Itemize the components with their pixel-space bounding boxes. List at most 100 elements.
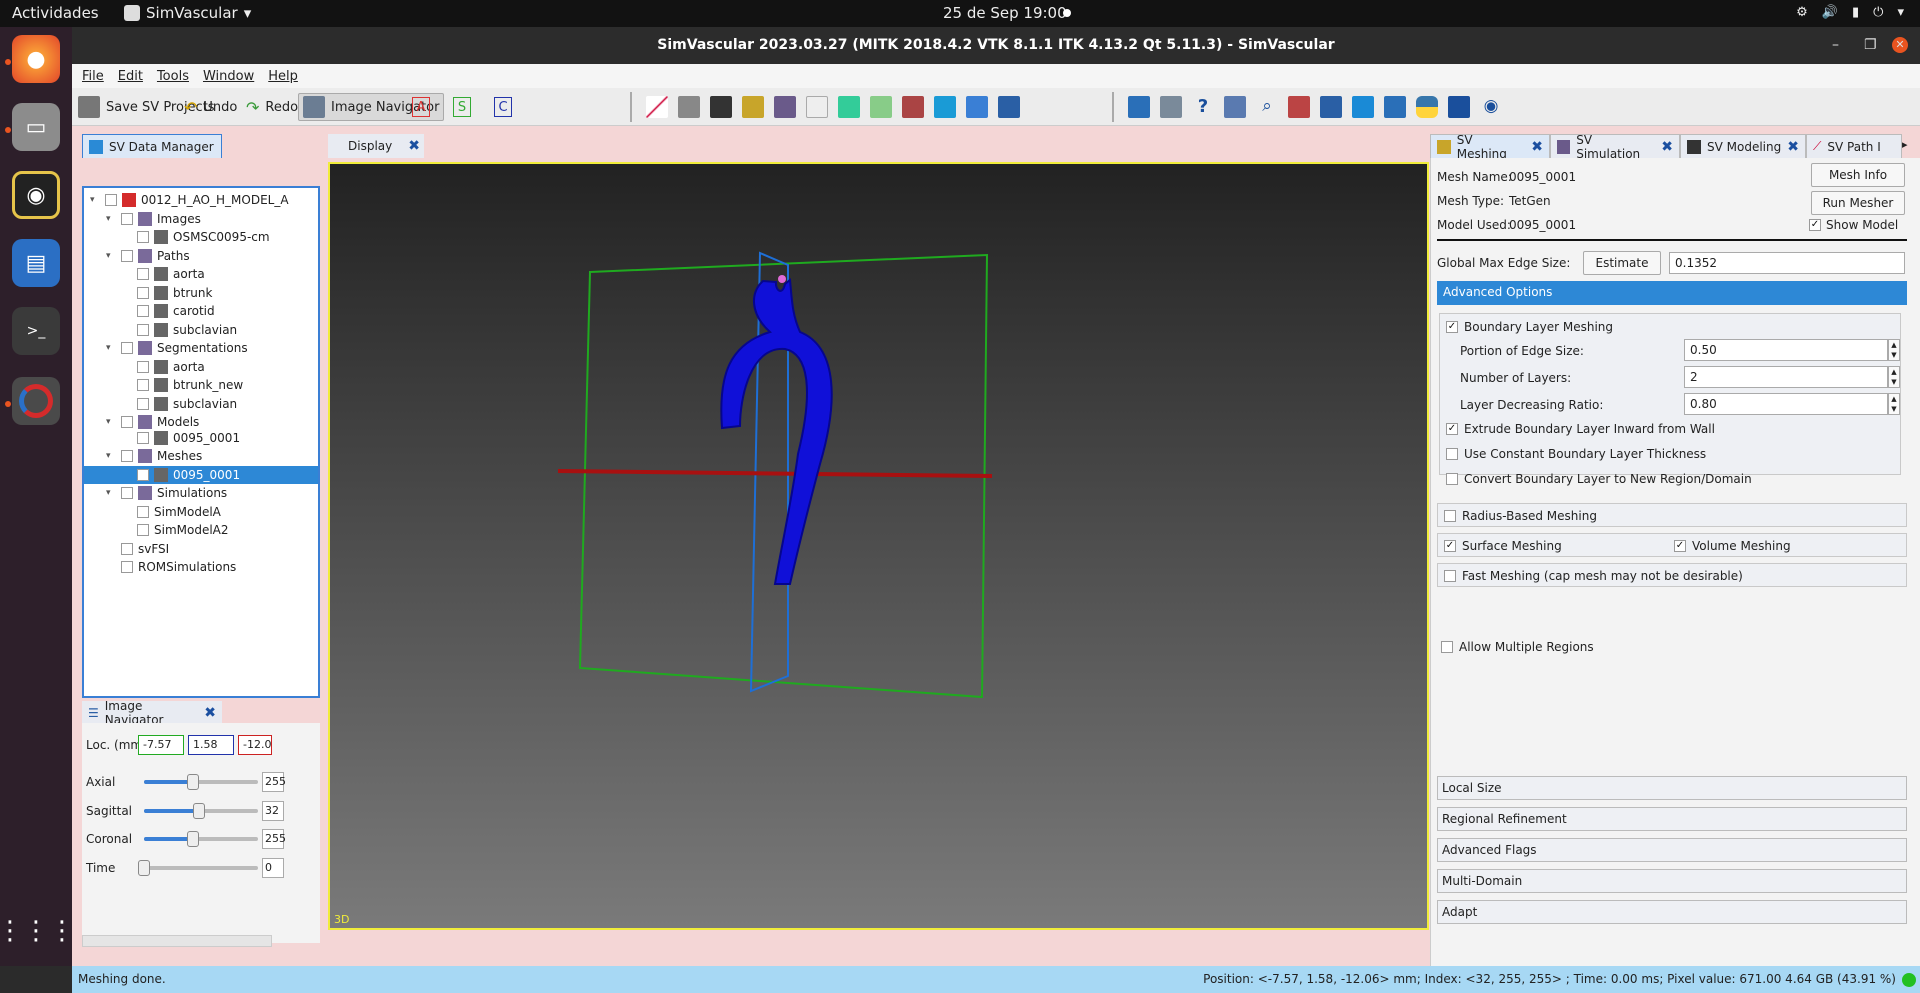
settings-icon[interactable] xyxy=(1224,96,1246,118)
close-icon[interactable]: ✕ xyxy=(1892,37,1908,53)
ratio-input[interactable]: 0.80 xyxy=(1684,393,1888,415)
visibility-checkbox[interactable] xyxy=(137,286,149,299)
maximize-icon[interactable]: ❐ xyxy=(1864,27,1877,64)
tree-item[interactable]: 0095_0001 xyxy=(84,465,318,484)
system-tray[interactable]: ⚙ 🔊 ▮ ⏻ ▾ xyxy=(1796,5,1904,20)
tree-item[interactable]: ▾ Images xyxy=(106,210,201,228)
loc-y-input[interactable]: 1.58 xyxy=(188,735,234,755)
navigator-slider[interactable] xyxy=(144,831,258,847)
navigator-slider[interactable] xyxy=(144,774,258,790)
visibility-checkbox[interactable] xyxy=(105,194,117,206)
menu-tools[interactable]: Tools xyxy=(157,69,189,84)
mesh-info-button[interactable]: Mesh Info xyxy=(1811,163,1905,187)
max-edge-input[interactable]: 0.1352 xyxy=(1669,252,1905,274)
tree-item[interactable]: btrunk_new xyxy=(122,376,243,394)
files-icon[interactable]: ▭ xyxy=(12,103,60,151)
loc-z-input[interactable]: -12.06 xyxy=(238,735,272,755)
tree-item[interactable]: aorta xyxy=(122,265,205,283)
navigator-value[interactable]: 255 xyxy=(262,829,286,849)
close-icon[interactable]: ✖ xyxy=(1661,139,1673,155)
segmentation-icon[interactable] xyxy=(678,96,700,118)
section-adapt[interactable]: Adapt xyxy=(1437,900,1907,924)
tab-data-manager[interactable]: SV Data Manager xyxy=(82,134,222,158)
firefox-icon[interactable]: ● xyxy=(12,35,60,83)
visibility-checkbox[interactable] xyxy=(121,487,133,499)
section-local-size[interactable]: Local Size xyxy=(1437,776,1907,800)
redo-button[interactable]: ↷ Redo xyxy=(242,93,302,121)
tabs-scroll-right-icon[interactable]: ▸ xyxy=(1902,138,1908,151)
portion-input[interactable]: 0.50 xyxy=(1684,339,1888,361)
tree-item[interactable]: ▾ Paths xyxy=(106,247,190,265)
ratio-spin-icon[interactable]: ▲ ▼ xyxy=(1888,393,1900,415)
rhythmbox-icon[interactable]: ◉ xyxy=(12,171,60,219)
visibility-checkbox[interactable] xyxy=(121,450,133,462)
section-regional-refinement[interactable]: Regional Refinement xyxy=(1437,807,1907,831)
bar-chart-icon[interactable] xyxy=(1448,96,1470,118)
expand-arrow-icon[interactable]: ▾ xyxy=(106,343,116,353)
transform-icon[interactable] xyxy=(1160,96,1182,118)
menu-window[interactable]: Window xyxy=(203,69,254,84)
writer-icon[interactable]: ▤ xyxy=(12,239,60,287)
visibility-checkbox[interactable] xyxy=(137,524,149,536)
navigator-value[interactable]: 32 xyxy=(262,800,284,821)
section-advanced-flags[interactable]: Advanced Flags xyxy=(1437,838,1907,862)
close-icon[interactable]: ✖ xyxy=(1787,139,1799,155)
expand-arrow-icon[interactable]: ▾ xyxy=(90,195,100,205)
tree-item[interactable]: ▾ Meshes xyxy=(106,447,202,465)
close-icon[interactable]: ✖ xyxy=(1531,139,1543,155)
tree-item[interactable]: ▾ 0012_H_AO_H_MODEL_A xyxy=(90,191,289,209)
constant-thickness-checkbox[interactable]: Use Constant Boundary Layer Thickness xyxy=(1446,447,1706,461)
expand-arrow-icon[interactable]: ▾ xyxy=(106,451,116,461)
3d-render-view[interactable]: 3D xyxy=(328,162,1429,930)
visibility-checkbox[interactable] xyxy=(121,416,133,428)
advanced-options-header[interactable]: Advanced Options xyxy=(1437,281,1907,305)
visibility-checkbox[interactable] xyxy=(137,360,149,373)
loc-x-input[interactable]: -7.57 xyxy=(138,735,184,755)
slider-handle[interactable] xyxy=(187,831,200,847)
visibility-checkbox[interactable] xyxy=(137,379,149,391)
tree-item[interactable]: SimModelA2 xyxy=(122,521,229,539)
convert-layer-checkbox[interactable]: Convert Boundary Layer to New Region/Dom… xyxy=(1446,472,1752,486)
estimate-button[interactable]: Estimate xyxy=(1583,251,1661,275)
layers-spin-icon[interactable]: ▲ ▼ xyxy=(1888,366,1900,388)
view-a-button[interactable]: A xyxy=(412,97,430,117)
view-c-button[interactable]: C xyxy=(494,97,512,117)
menu-help[interactable]: Help xyxy=(268,69,298,84)
surface-meshing-checkbox[interactable]: ✓ Surface Meshing xyxy=(1444,539,1562,553)
tree-item[interactable]: subclavian xyxy=(122,321,237,339)
color-map-icon[interactable] xyxy=(838,96,860,118)
search-icon[interactable]: ⌕ xyxy=(1256,96,1278,118)
visibility-checkbox[interactable] xyxy=(121,342,133,354)
clock[interactable]: 25 de Sep 19:00 xyxy=(943,4,1067,22)
tree-item[interactable]: subclavian xyxy=(122,395,237,413)
tab-sv-simulation[interactable]: SV Simulation ✖ xyxy=(1550,133,1680,161)
close-icon[interactable]: ✖ xyxy=(408,138,420,154)
menu-edit[interactable]: Edit xyxy=(118,69,143,84)
visibility-checkbox[interactable] xyxy=(137,323,149,336)
run-mesher-button[interactable]: Run Mesher xyxy=(1811,191,1905,215)
tab-sv-meshing[interactable]: SV Meshing ✖ xyxy=(1430,133,1550,161)
slider-handle[interactable] xyxy=(187,774,200,790)
visibility-checkbox[interactable] xyxy=(121,249,133,262)
tab-sv-path[interactable]: ⟋ SV Path I xyxy=(1806,134,1902,158)
tree-item[interactable]: btrunk xyxy=(122,284,212,302)
tree-item[interactable]: 0095_0001 xyxy=(122,429,240,447)
section-multi-domain[interactable]: Multi-Domain xyxy=(1437,869,1907,893)
svfsi-icon[interactable] xyxy=(870,96,892,118)
terminal-icon[interactable]: >_ xyxy=(12,307,60,355)
activities-button[interactable]: Actividades xyxy=(12,4,99,22)
tree-item[interactable]: carotid xyxy=(122,302,215,320)
python-icon[interactable] xyxy=(1416,96,1438,118)
cube-icon[interactable] xyxy=(934,96,956,118)
tree-item[interactable]: SimModelA xyxy=(122,503,221,521)
multiple-regions-checkbox[interactable]: Allow Multiple Regions xyxy=(1441,640,1594,654)
minimize-icon[interactable]: – xyxy=(1832,27,1839,64)
horizontal-scrollbar[interactable] xyxy=(82,935,272,947)
fast-meshing-checkbox[interactable]: Fast Meshing (cap mesh may not be desira… xyxy=(1444,569,1743,583)
show-model-checkbox[interactable]: ✓ Show Model xyxy=(1809,218,1898,232)
visibility-checkbox[interactable] xyxy=(121,561,133,573)
tree-item[interactable]: svFSI xyxy=(106,540,169,558)
visibility-checkbox[interactable] xyxy=(137,268,149,280)
visibility-checkbox[interactable] xyxy=(137,397,149,410)
visibility-checkbox[interactable] xyxy=(137,305,149,317)
